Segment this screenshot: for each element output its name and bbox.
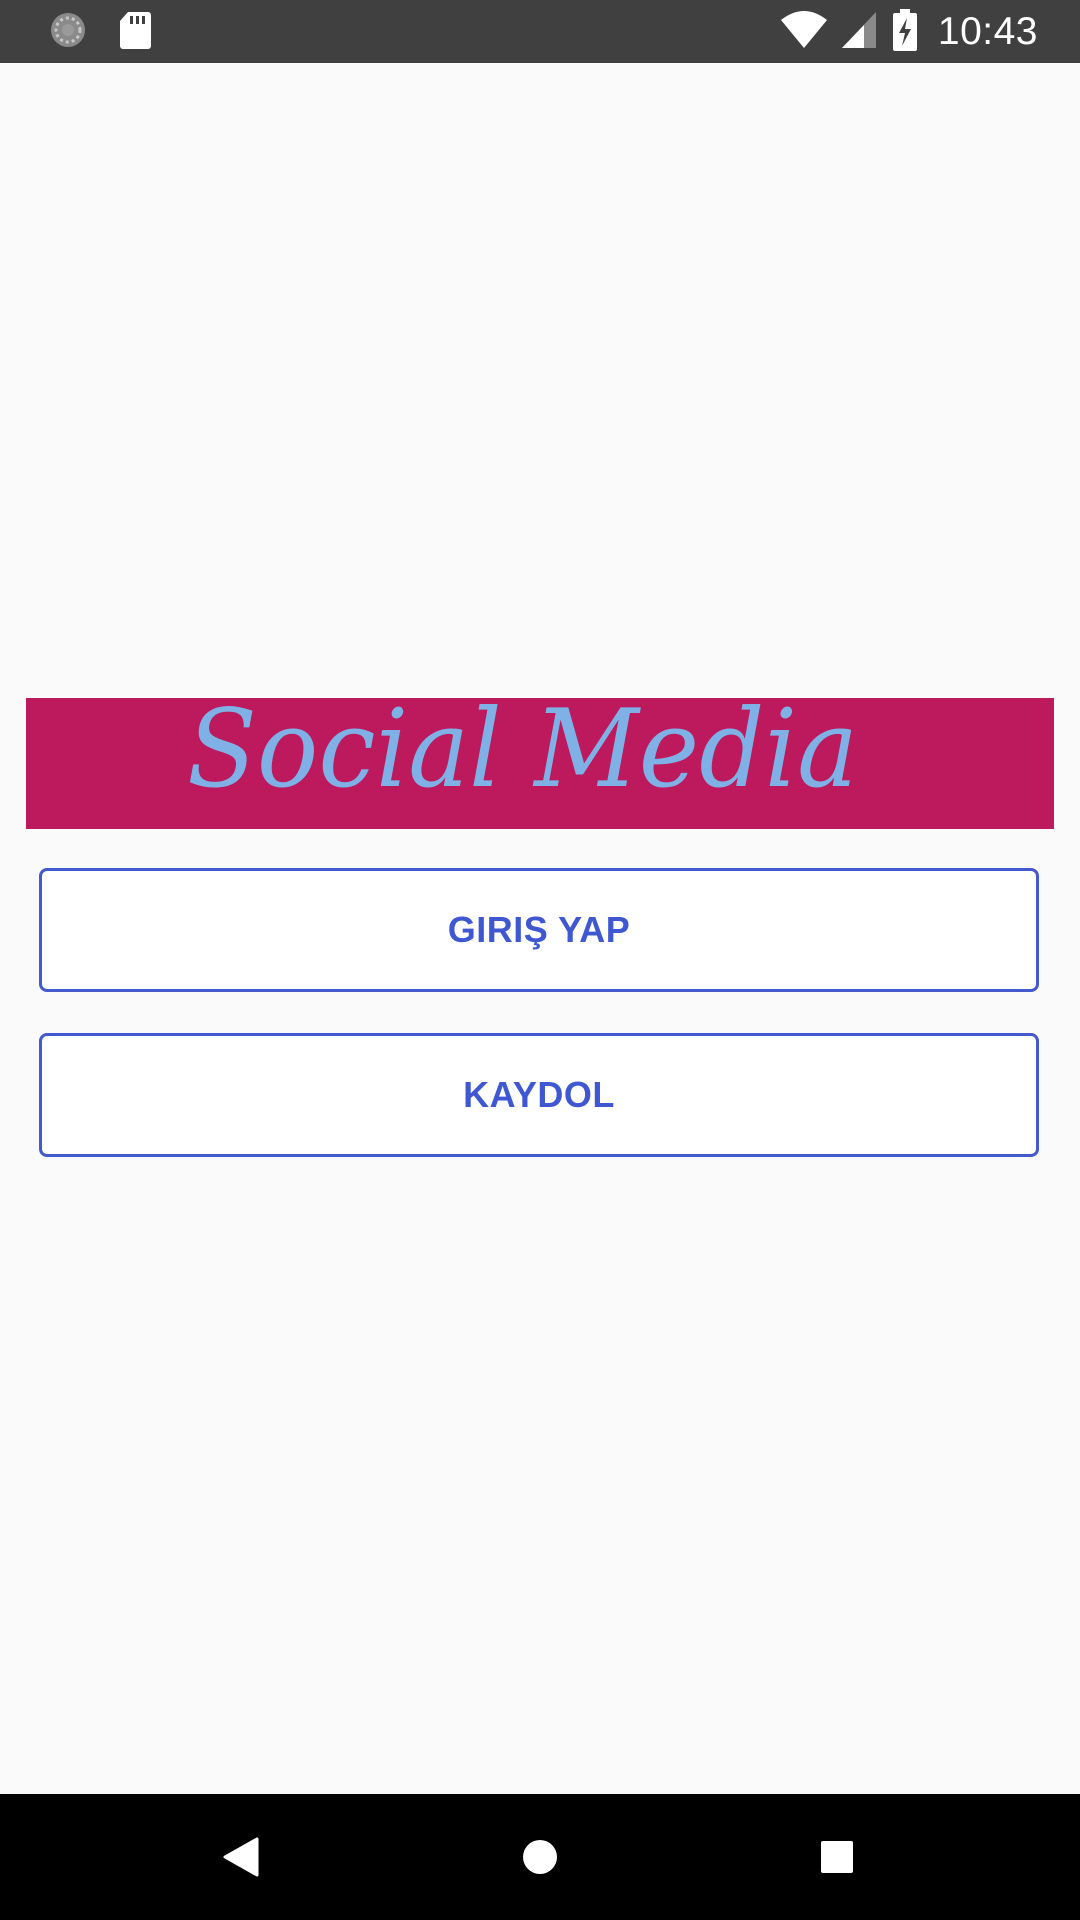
status-bar: 10:43 bbox=[0, 0, 1080, 63]
recents-icon[interactable] bbox=[802, 1822, 872, 1892]
signal-icon bbox=[841, 10, 878, 54]
login-button[interactable]: GIRIŞ YAP bbox=[39, 868, 1039, 992]
navigation-bar bbox=[0, 1794, 1080, 1920]
signup-button[interactable]: KAYDOL bbox=[39, 1033, 1039, 1157]
battery-charging-icon bbox=[892, 9, 918, 55]
social-media-banner: Social Media bbox=[26, 698, 1054, 829]
wifi-icon bbox=[780, 10, 828, 54]
banner-title: Social Media bbox=[187, 698, 858, 812]
app-screen: 10:43 Social Media GIRIŞ YAP KAYDOL bbox=[0, 0, 1080, 1920]
sd-card-icon bbox=[118, 10, 152, 54]
home-icon[interactable] bbox=[505, 1822, 575, 1892]
back-icon[interactable] bbox=[206, 1822, 276, 1892]
sync-icon bbox=[48, 10, 88, 54]
status-bar-right: 10:43 bbox=[780, 8, 1038, 56]
status-bar-left bbox=[48, 12, 152, 52]
status-time: 10:43 bbox=[937, 10, 1038, 53]
